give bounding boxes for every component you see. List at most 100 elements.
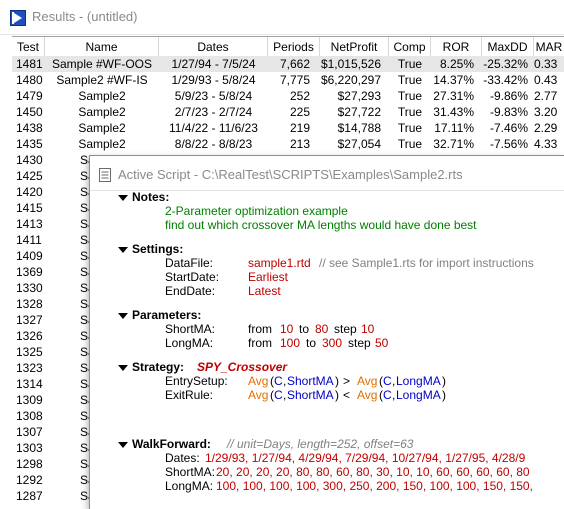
wf-value-dates: 1/29/93, 1/27/94, 4/29/94, 7/29/94, 10/2… (205, 451, 526, 465)
param-value: 10 (361, 322, 375, 336)
table-row[interactable]: 1481 Sample #WF-OOS 1/27/94 - 7/5/24 7,6… (12, 56, 564, 72)
results-title-bar[interactable]: Results - (untitled) (0, 0, 564, 35)
function-avg: Avg (357, 374, 378, 388)
param-value: 100 (280, 336, 301, 350)
operator-lt: < (343, 388, 351, 402)
cell-test: 1326 (16, 329, 43, 343)
setting-key-startdate: StartDate: (165, 270, 220, 284)
column-header-maxdd[interactable]: MaxDD (482, 37, 534, 57)
param-key-shortma: ShortMA: (165, 322, 216, 336)
cell-periods: 225 (289, 105, 310, 119)
app-icon (10, 10, 26, 26)
cell-comp: True (397, 105, 423, 119)
cell-mar: 4.33 (534, 137, 558, 151)
cell-maxdd: -25.32% (483, 57, 528, 71)
cell-test: 1298 (16, 457, 43, 471)
cell-test: 1480 (16, 73, 43, 87)
cell-ror: 27.31% (433, 89, 474, 103)
setting-key-enddate: EndDate: (165, 284, 216, 298)
column-header-comp[interactable]: Comp (389, 37, 431, 57)
column-header-name[interactable]: Name (45, 37, 159, 57)
column-header-netprofit[interactable]: NetProfit (320, 37, 389, 57)
cell-ror: 31.43% (433, 105, 474, 119)
cell-periods: 219 (289, 121, 310, 135)
notes-line-1: 2-Parameter optimization example (165, 204, 348, 218)
cell-name: Sample #WF-OOS (51, 57, 153, 71)
collapse-triangle-icon[interactable] (118, 313, 128, 319)
script-title-bar[interactable]: Active Script - C:\RealTest\SCRIPTS\Exam… (90, 156, 564, 191)
cell-test: 1314 (16, 377, 43, 391)
notes-line-2: find out which crossover MA lengths woul… (165, 218, 477, 232)
operator-gt: > (343, 374, 351, 388)
results-grid-header: Test Name Dates Periods NetProfit Comp R… (12, 36, 564, 58)
cell-netprofit: $27,722 (337, 105, 381, 119)
cell-dates: 1/27/94 - 7/5/24 (171, 57, 256, 71)
rule-key-exitrule: ExitRule: (165, 388, 214, 402)
rule-key-entrysetup: EntrySetup: (165, 374, 228, 388)
section-notes-header: Notes: (132, 190, 170, 204)
collapse-triangle-icon[interactable] (118, 365, 128, 371)
arg-shortma: ShortMA (287, 388, 334, 402)
arg-longma: LongMA (396, 374, 441, 388)
wf-value-shortma: 20, 20, 20, 20, 80, 80, 60, 80, 30, 10, … (216, 465, 530, 479)
arg-c: C (274, 374, 283, 388)
function-avg: Avg (248, 388, 269, 402)
comma: , (283, 374, 287, 388)
paren: ) (442, 374, 446, 388)
cell-periods: 7,775 (279, 73, 310, 87)
cell-name: Sample2 (78, 137, 126, 151)
strategy-name: SPY_Crossover (197, 360, 288, 374)
cell-test: 1323 (16, 361, 43, 375)
table-row[interactable]: 1435 Sample2 8/8/22 - 8/8/23 213 $27,054… (12, 136, 564, 152)
cell-ror: 8.25% (439, 57, 474, 71)
cell-comp: True (397, 89, 423, 103)
cell-test: 1425 (16, 169, 43, 183)
column-header-periods[interactable]: Periods (268, 37, 320, 57)
column-header-mar[interactable]: MAR (534, 37, 564, 57)
cell-maxdd: -7.46% (489, 121, 528, 135)
table-row[interactable]: 1450 Sample2 2/7/23 - 2/7/24 225 $27,722… (12, 104, 564, 120)
column-header-test[interactable]: Test (12, 37, 45, 57)
comma: , (283, 388, 287, 402)
cell-periods: 213 (289, 137, 310, 151)
table-row[interactable]: 1438 Sample2 11/4/22 - 11/6/23 219 $14,7… (12, 120, 564, 136)
keyword-to: to (299, 322, 310, 336)
cell-comp: True (397, 57, 423, 71)
arg-c: C (274, 388, 283, 402)
cell-maxdd: -9.86% (489, 89, 528, 103)
cell-maxdd: -7.56% (489, 137, 528, 151)
cell-mar: 0.43 (534, 73, 558, 87)
collapse-triangle-icon[interactable] (118, 247, 128, 253)
column-header-ror[interactable]: ROR (431, 37, 482, 57)
column-header-dates[interactable]: Dates (159, 37, 268, 57)
cell-name: Sample2 #WF-IS (56, 73, 148, 87)
cell-test: 1330 (16, 281, 43, 295)
wf-key-shortma: ShortMA: (165, 465, 216, 479)
setting-key-datafile: DataFile: (165, 256, 214, 270)
cell-netprofit: $1,015,526 (320, 57, 381, 71)
cell-periods: 7,662 (279, 57, 310, 71)
collapse-triangle-icon[interactable] (118, 195, 128, 201)
keyword-from: from (248, 336, 272, 350)
section-parameters-header: Parameters: (132, 308, 202, 322)
param-value: 10 (280, 322, 294, 336)
table-row[interactable]: 1479 Sample2 5/9/23 - 5/8/24 252 $27,293… (12, 88, 564, 104)
paren: ) (335, 374, 339, 388)
script-editor[interactable]: Notes: 2-Parameter optimization example … (90, 190, 564, 509)
collapse-triangle-icon[interactable] (118, 442, 128, 448)
script-file-icon (99, 168, 111, 182)
paren: ) (442, 388, 446, 402)
cell-ror: 17.11% (434, 121, 474, 135)
cell-test: 1435 (16, 137, 43, 151)
setting-value-enddate: Latest (248, 284, 281, 298)
keyword-from: from (248, 322, 272, 336)
table-row[interactable]: 1480 Sample2 #WF-IS 1/29/93 - 5/8/24 7,7… (12, 72, 564, 88)
setting-value-startdate: Earliest (248, 270, 289, 284)
cell-name: Sample2 (78, 121, 126, 135)
arg-c: C (383, 388, 392, 402)
active-script-window: Active Script - C:\RealTest\SCRIPTS\Exam… (89, 155, 564, 509)
keyword-step: step (334, 322, 357, 336)
cell-dates: 5/9/23 - 5/8/24 (174, 89, 253, 103)
cell-test: 1420 (16, 185, 43, 199)
arg-shortma: ShortMA (287, 374, 334, 388)
